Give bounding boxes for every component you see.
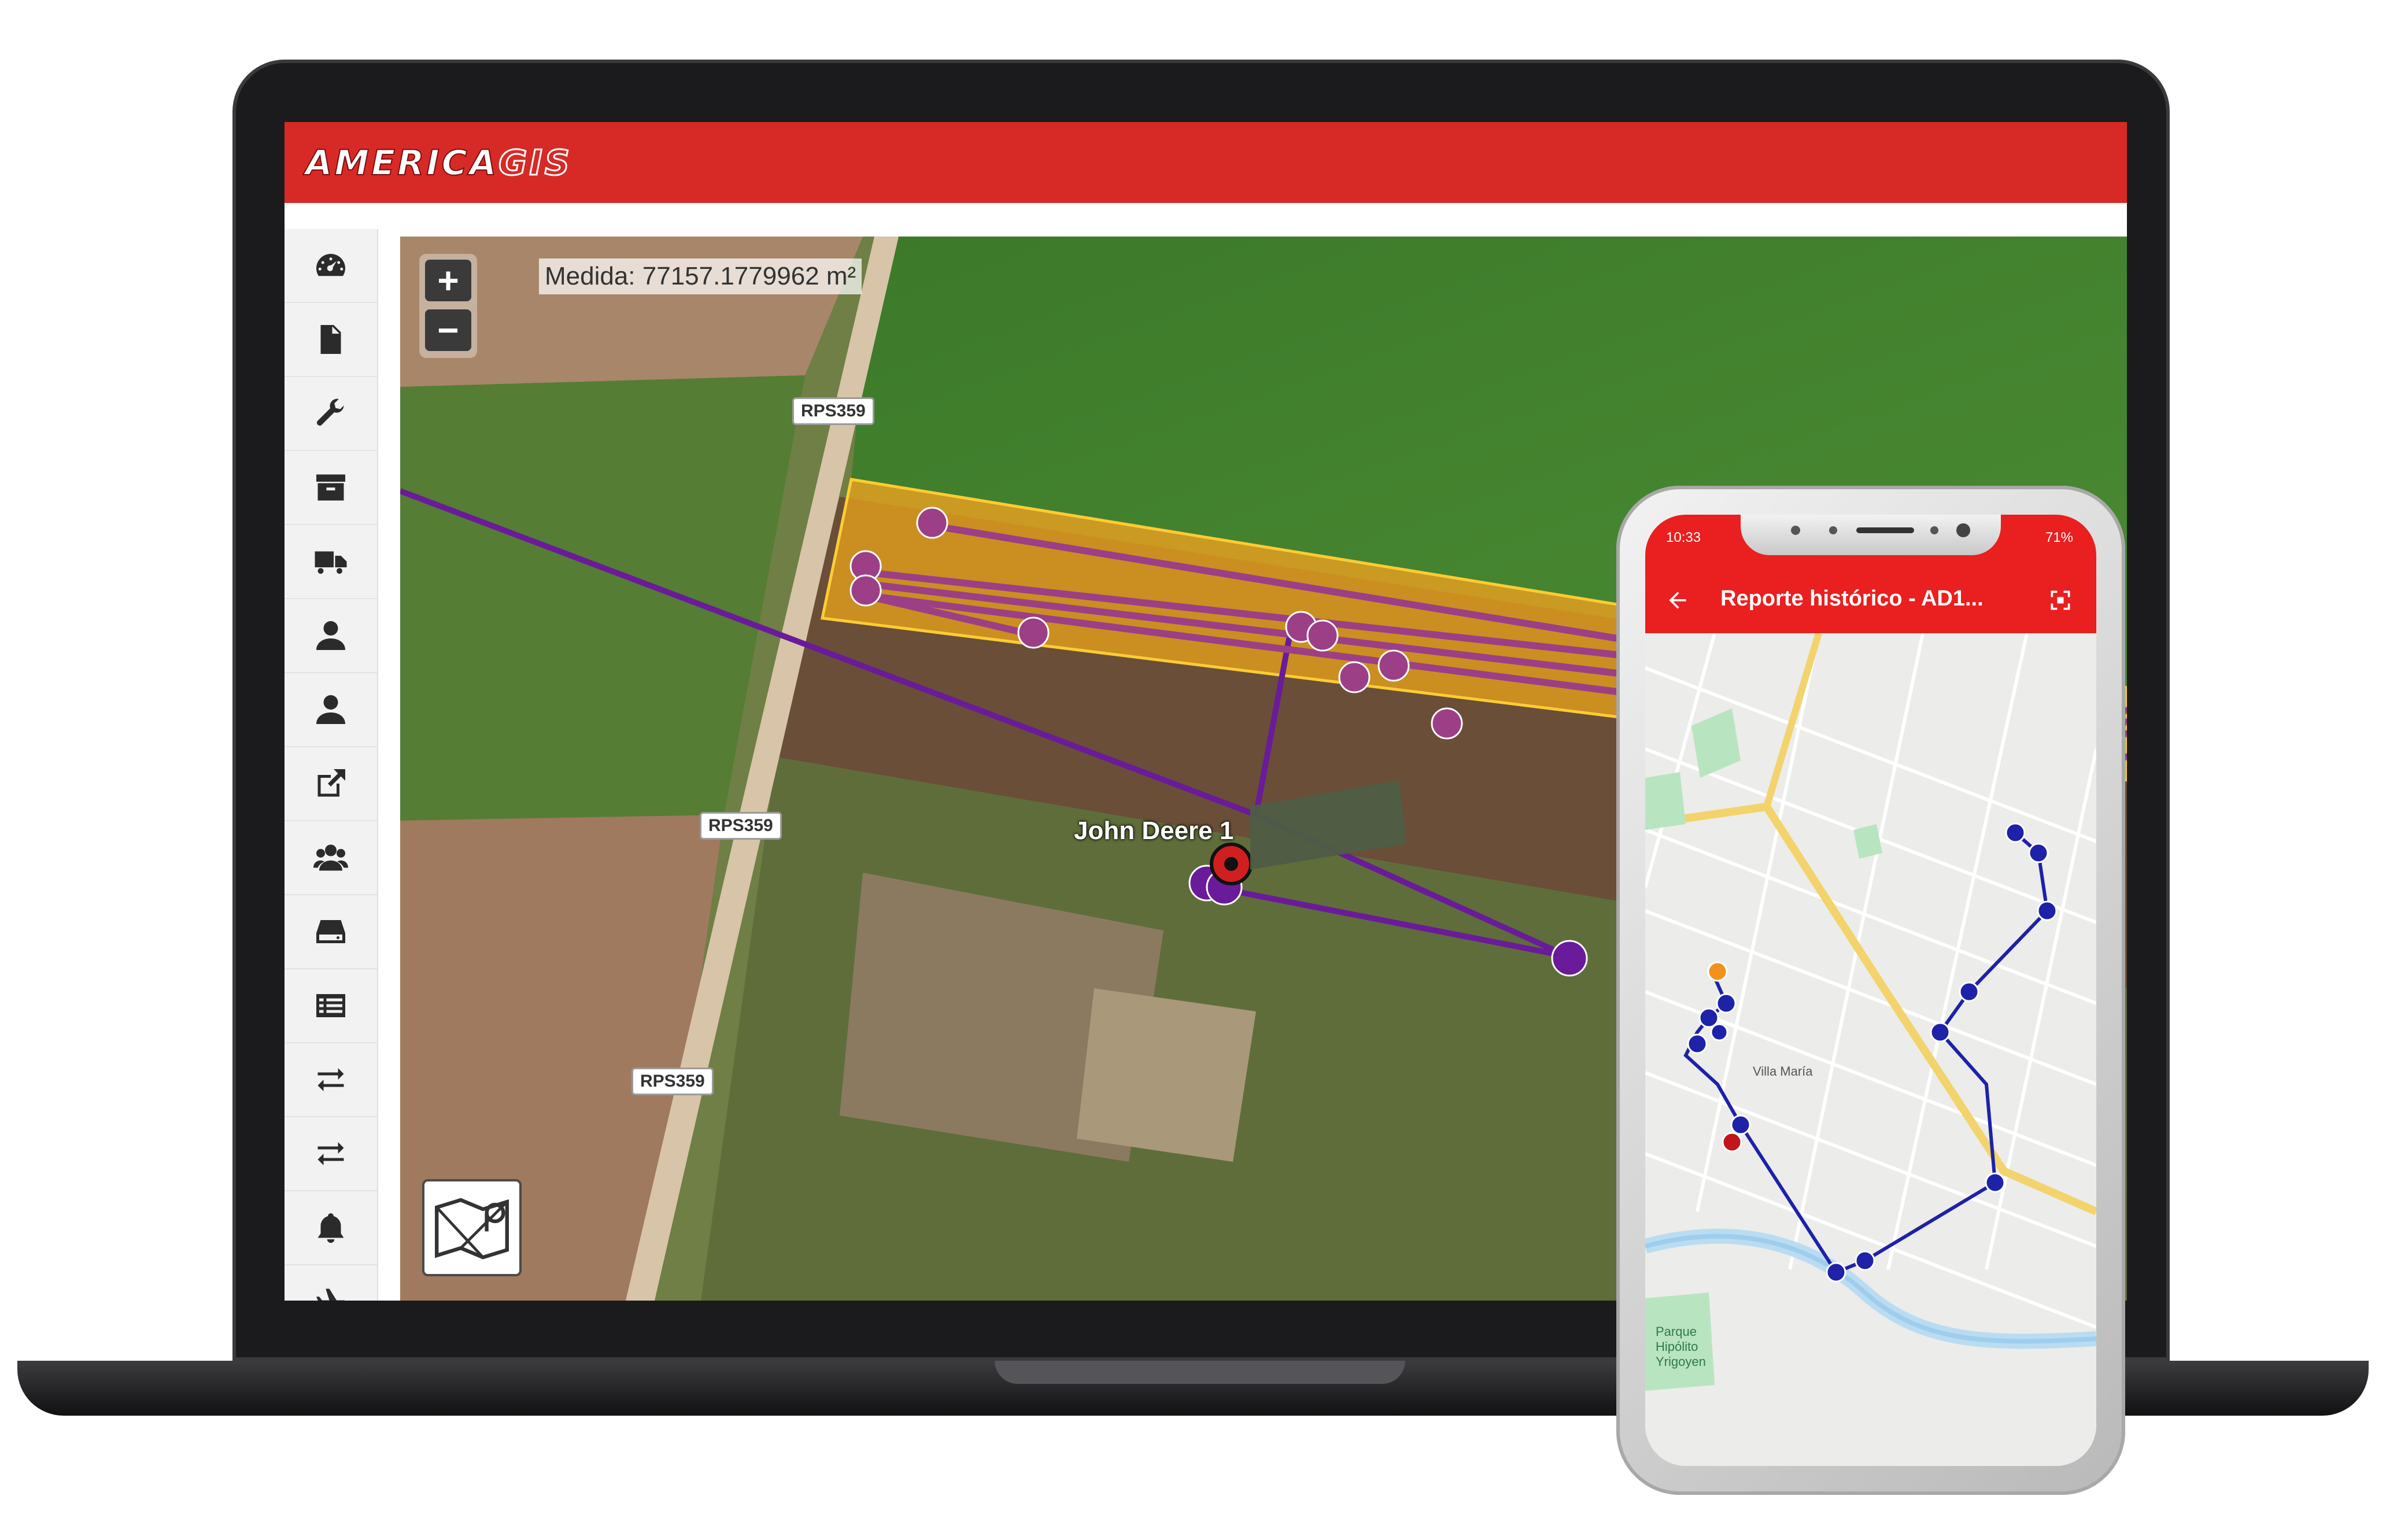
arrow-left-icon[interactable] bbox=[1665, 588, 1690, 613]
sidebar-item-list[interactable] bbox=[285, 969, 377, 1043]
exchange-icon bbox=[317, 1068, 344, 1091]
route-start-marker bbox=[1707, 961, 1728, 982]
phone-title: Reporte histórico - AD1... bbox=[1720, 586, 1984, 611]
plane-icon bbox=[316, 1288, 345, 1301]
sidebar-item-groups[interactable] bbox=[285, 821, 377, 895]
vehicle-position-marker[interactable] bbox=[1210, 843, 1253, 885]
phone-status-bar: 10:33 71% bbox=[1645, 515, 2096, 567]
logo-text-america: AMERICA bbox=[305, 142, 499, 184]
bell-icon bbox=[317, 1213, 344, 1243]
map-layers-button[interactable] bbox=[422, 1179, 522, 1276]
route-end-marker bbox=[1722, 1132, 1742, 1153]
fullscreen-icon[interactable] bbox=[2048, 588, 2073, 613]
vehicle-label: John Deere 1 bbox=[1074, 817, 1234, 845]
app-header: AMERICA GIS bbox=[285, 122, 2127, 203]
laptop-hinge bbox=[995, 1361, 1405, 1384]
map-label-villa-maria: Villa María bbox=[1753, 1064, 1813, 1079]
document-icon bbox=[320, 325, 341, 354]
road-label: RPS359 bbox=[700, 812, 782, 840]
road-label: RPS359 bbox=[631, 1068, 714, 1095]
exchange-icon bbox=[317, 1142, 344, 1165]
status-time: 10:33 bbox=[1666, 530, 1701, 545]
sidebar-item-vehicles[interactable] bbox=[285, 525, 377, 599]
sidebar-item-alerts[interactable] bbox=[285, 1191, 377, 1265]
list-icon bbox=[316, 994, 345, 1017]
track-markers bbox=[849, 507, 1463, 740]
measure-readout: Medida: 77157.1779962 m² bbox=[539, 258, 862, 294]
user-icon bbox=[316, 621, 345, 650]
phone-sensors bbox=[1791, 523, 1970, 537]
sidebar-item-transfers-2[interactable] bbox=[285, 1117, 377, 1191]
logo-text-gis: GIS bbox=[498, 142, 572, 184]
sidebar-item-dashboard[interactable] bbox=[285, 229, 377, 303]
purple-track bbox=[400, 488, 1570, 959]
zoom-control: + − bbox=[419, 254, 477, 358]
sidebar-item-storage[interactable] bbox=[285, 895, 377, 969]
phone-toolbar: Reporte histórico - AD1... bbox=[1645, 567, 2096, 633]
wrench-icon bbox=[317, 398, 344, 426]
dashboard-icon bbox=[316, 254, 345, 276]
sidebar-item-share[interactable] bbox=[285, 747, 377, 821]
truck-icon bbox=[315, 551, 347, 574]
phone-route-map[interactable]: Villa María Parque Hipólito Yrigoyen bbox=[1645, 633, 2096, 1466]
archive-icon bbox=[316, 474, 345, 501]
map-layers-icon bbox=[435, 1198, 509, 1260]
sidebar-item-maintenance[interactable] bbox=[285, 377, 377, 451]
americagis-logo[interactable]: AMERICA GIS bbox=[305, 142, 710, 184]
heading-indicator bbox=[1250, 780, 1406, 870]
zoom-in-button[interactable]: + bbox=[425, 260, 471, 301]
sidebar-item-flights[interactable] bbox=[285, 1265, 377, 1301]
hard-drive-icon bbox=[316, 920, 345, 943]
sidebar-item-drivers[interactable] bbox=[285, 673, 377, 747]
status-battery: 71% bbox=[2045, 530, 2073, 545]
external-link-icon bbox=[317, 769, 345, 797]
sidebar-item-documents[interactable] bbox=[285, 303, 377, 377]
zoom-out-button[interactable]: − bbox=[425, 309, 471, 351]
map-label-park: Parque Hipólito Yrigoyen bbox=[1656, 1324, 1706, 1369]
road-label: RPS359 bbox=[792, 397, 874, 425]
phone-notch bbox=[1741, 515, 2001, 555]
user-icon bbox=[316, 695, 345, 724]
sidebar-item-archive[interactable] bbox=[285, 451, 377, 525]
sidebar bbox=[285, 229, 378, 1301]
phone-screen: 10:33 71% Reporte histórico - AD1... Vil… bbox=[1645, 515, 2096, 1466]
sidebar-item-user[interactable] bbox=[285, 599, 377, 673]
phone-frame: 10:33 71% Reporte histórico - AD1... Vil… bbox=[1616, 486, 2125, 1495]
sidebar-item-transfers[interactable] bbox=[285, 1043, 377, 1117]
users-icon bbox=[313, 844, 348, 871]
